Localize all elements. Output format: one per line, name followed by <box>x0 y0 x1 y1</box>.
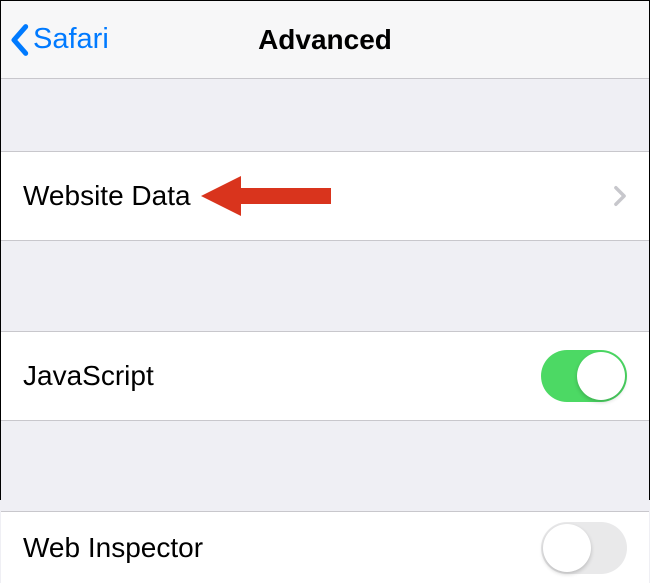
toggle-web-inspector[interactable] <box>541 522 627 574</box>
toggle-knob-icon <box>543 524 591 572</box>
navigation-bar: Safari Advanced <box>1 1 649 79</box>
section-spacer <box>1 421 649 511</box>
section-spacer <box>1 79 649 151</box>
row-label-javascript: JavaScript <box>23 360 154 392</box>
row-label-website-data: Website Data <box>23 180 191 212</box>
toggle-knob-icon <box>577 352 625 400</box>
chevron-right-icon <box>613 185 627 207</box>
toggle-javascript[interactable] <box>541 350 627 402</box>
row-website-data[interactable]: Website Data <box>1 151 649 241</box>
back-label: Safari <box>33 23 109 56</box>
section-spacer <box>1 241 649 331</box>
annotation-arrow-icon <box>201 171 331 221</box>
back-button[interactable]: Safari <box>1 23 109 57</box>
chevron-left-icon <box>9 23 29 57</box>
row-javascript: JavaScript <box>1 331 649 421</box>
row-web-inspector: Web Inspector <box>1 511 649 583</box>
page-title: Advanced <box>258 24 392 56</box>
row-label-web-inspector: Web Inspector <box>23 532 203 564</box>
